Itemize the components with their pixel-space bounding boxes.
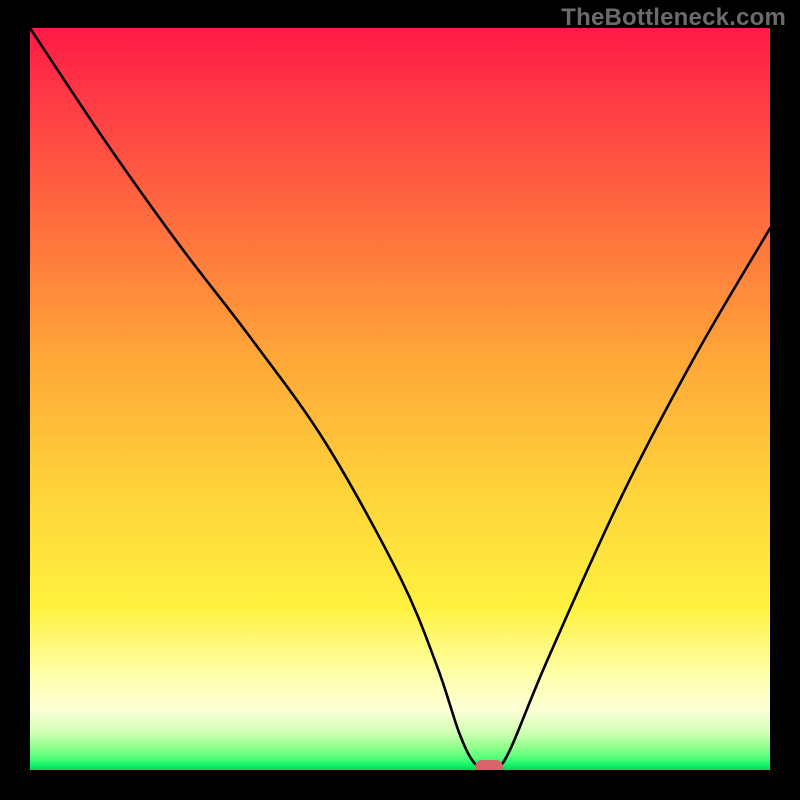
bottleneck-curve <box>30 28 770 770</box>
plot-area <box>30 28 770 770</box>
watermark-text: TheBottleneck.com <box>561 4 786 32</box>
chart-frame: TheBottleneck.com <box>0 0 800 800</box>
optimum-marker <box>475 760 503 770</box>
